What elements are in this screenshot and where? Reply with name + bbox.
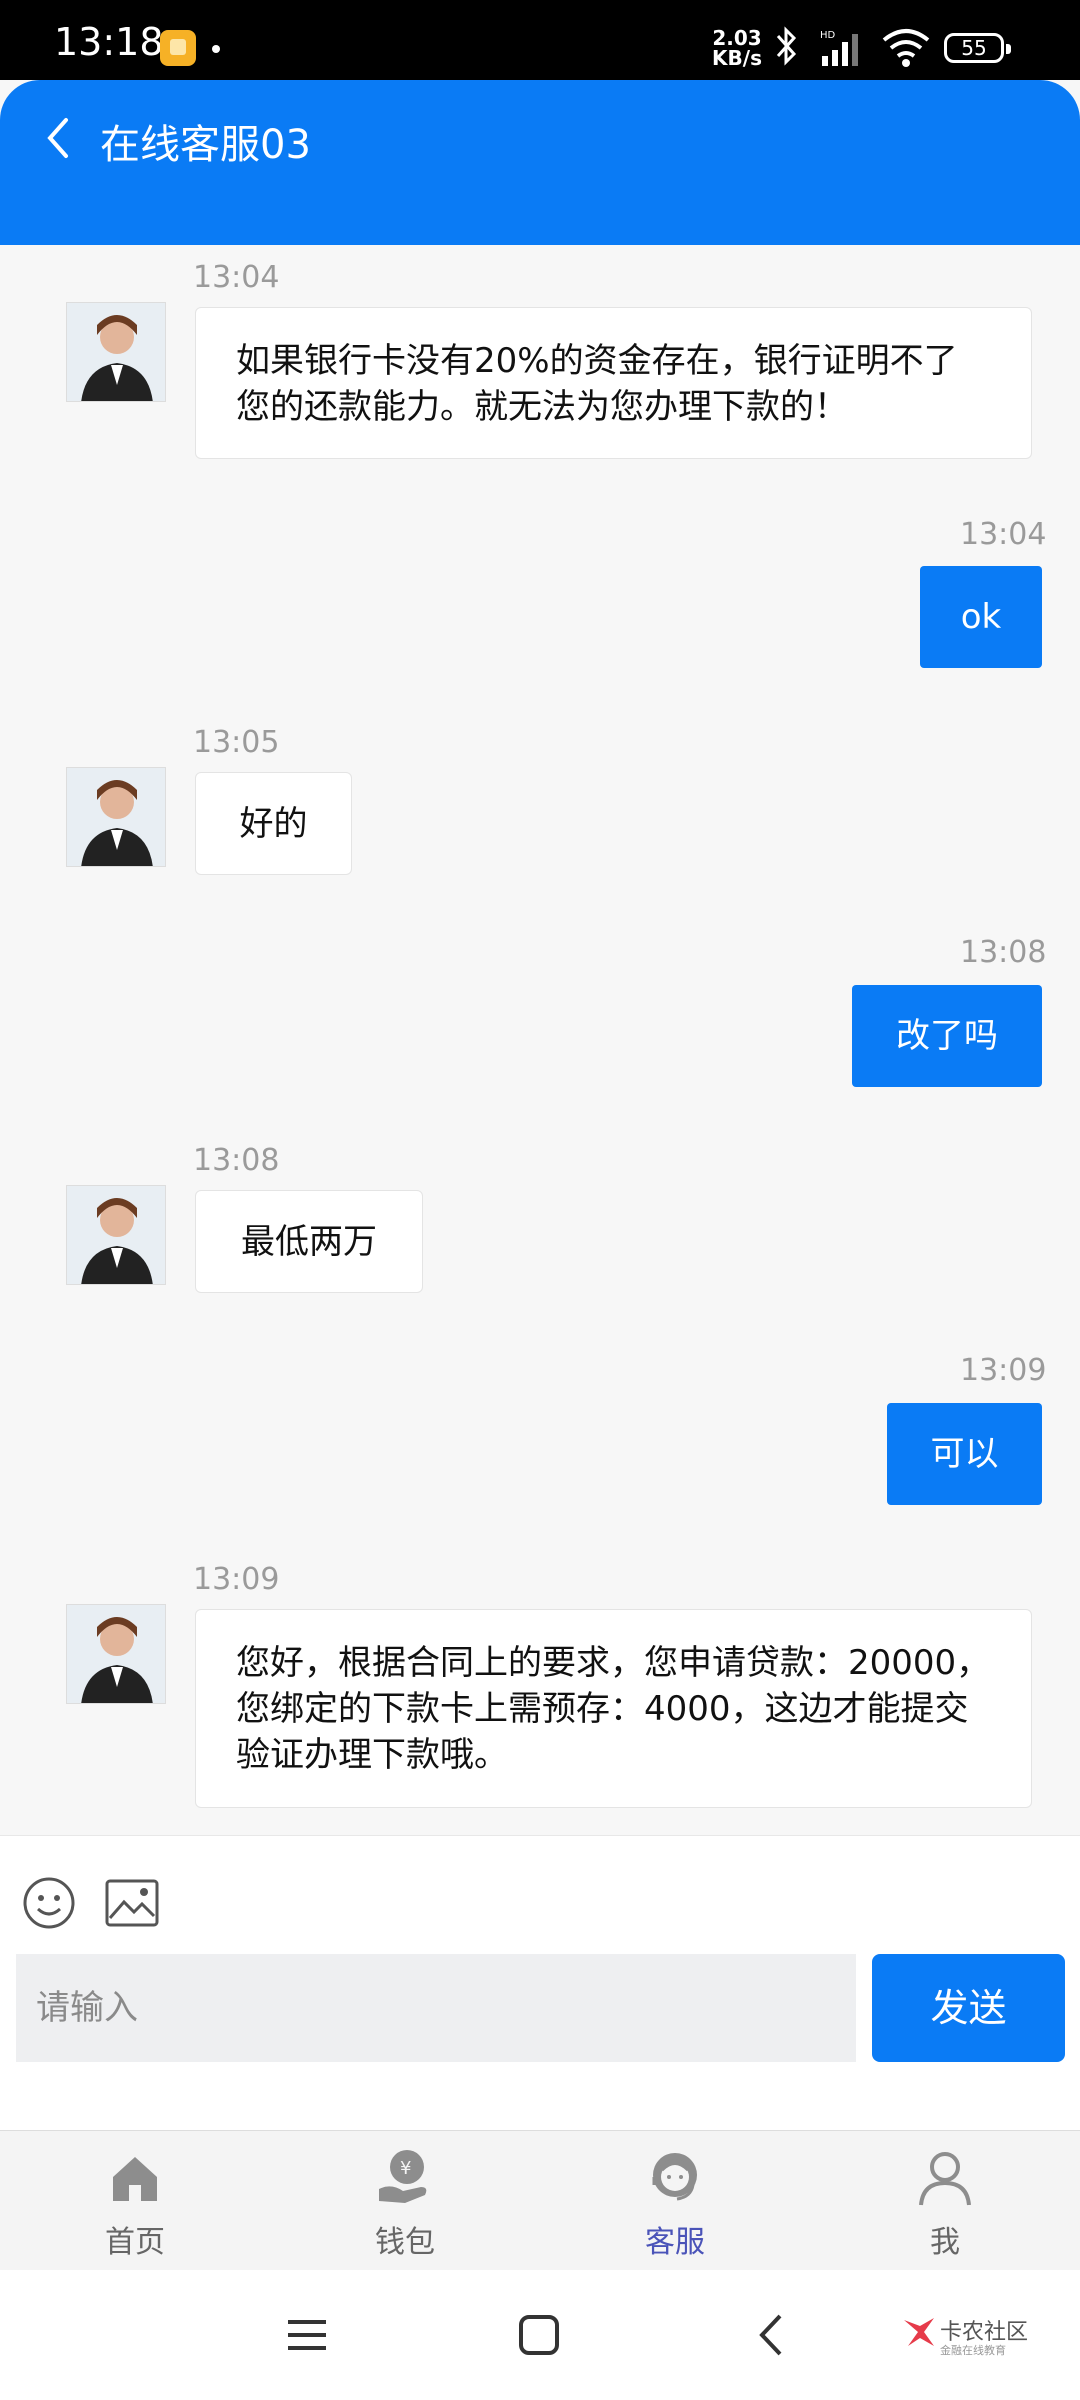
system-nav-bar: 卡农社区 金融在线教育: [0, 2270, 1080, 2400]
bottom-nav: 首页 ¥ 钱包 客服 我: [0, 2130, 1080, 2271]
chevron-left-icon[interactable]: [38, 110, 78, 166]
message-bubble-in: 最低两万: [195, 1190, 423, 1293]
message-bubble-out: 改了吗: [852, 985, 1042, 1087]
home-square-icon[interactable]: [514, 2310, 564, 2360]
home-icon: [113, 2157, 157, 2201]
chat-header: 在线客服03: [0, 80, 1080, 245]
send-button[interactable]: 发送: [872, 1954, 1065, 2062]
message-bubble-in: 好的: [195, 772, 352, 875]
nav-item-home[interactable]: 首页: [35, 2131, 235, 2271]
message-time: 13:04: [193, 260, 280, 295]
profile-icon: [919, 2152, 971, 2206]
watermark: 卡农社区 金融在线教育: [900, 2312, 1060, 2362]
message-time: 13:09: [960, 1353, 1047, 1388]
battery-icon: 55: [944, 33, 1011, 63]
nav-label: 钱包: [375, 2225, 435, 2260]
agent-avatar: [66, 1604, 166, 1704]
nav-item-profile[interactable]: 我: [845, 2131, 1045, 2271]
message-time: 13:04: [960, 517, 1047, 552]
chat-messages[interactable]: 13:04 如果银行卡没有20%的资金存在，银行证明不了您的还款能力。就无法为您…: [0, 245, 1080, 1835]
emoji-icon[interactable]: [22, 1876, 76, 1930]
bluetooth-icon: [776, 26, 797, 66]
wifi-icon: [882, 29, 930, 67]
signal-icon: HD: [820, 30, 858, 66]
agent-avatar: [66, 767, 166, 867]
nav-item-customer-service[interactable]: 客服: [575, 2131, 775, 2271]
network-speed: 2.03 KB/s: [712, 26, 762, 70]
notification-icon: [160, 30, 196, 66]
more-notifications-dot: [212, 45, 220, 53]
message-input[interactable]: [16, 1954, 856, 2062]
nav-item-wallet[interactable]: ¥ 钱包: [305, 2131, 505, 2271]
nav-label: 我: [930, 2225, 960, 2260]
agent-avatar: [66, 1185, 166, 1285]
nav-label: 客服: [645, 2225, 705, 2260]
message-bubble-out: 可以: [887, 1403, 1042, 1505]
message-time: 13:08: [960, 935, 1047, 970]
message-bubble-in: 如果银行卡没有20%的资金存在，银行证明不了您的还款能力。就无法为您办理下款的！: [195, 307, 1032, 459]
wallet-icon: ¥: [379, 2150, 427, 2203]
page-title: 在线客服03: [100, 122, 311, 168]
battery-level: 55: [961, 36, 987, 60]
message-time: 13:08: [193, 1143, 280, 1178]
back-icon[interactable]: [748, 2310, 798, 2360]
message-bubble-out: ok: [920, 566, 1042, 668]
message-input-area: 发送: [0, 1835, 1080, 2131]
svg-text:¥: ¥: [400, 2158, 411, 2179]
status-time: 13:18: [54, 20, 164, 64]
svg-text:HD: HD: [820, 30, 836, 41]
watermark-subtitle: 金融在线教育: [940, 2344, 1006, 2357]
message-time: 13:09: [193, 1562, 280, 1597]
message-time: 13:05: [193, 725, 280, 760]
watermark-logo-icon: [904, 2318, 934, 2346]
menu-icon[interactable]: [282, 2310, 332, 2360]
image-icon[interactable]: [104, 1878, 160, 1928]
message-bubble-in: 您好，根据合同上的要求，您申请贷款：20000，您绑定的下款卡上需预存：4000…: [195, 1609, 1032, 1808]
nav-label: 首页: [105, 2225, 165, 2260]
status-bar: 13:18 2.03 KB/s HD 55: [0, 0, 1080, 80]
customer-service-icon: [652, 2153, 697, 2201]
agent-avatar: [66, 302, 166, 402]
